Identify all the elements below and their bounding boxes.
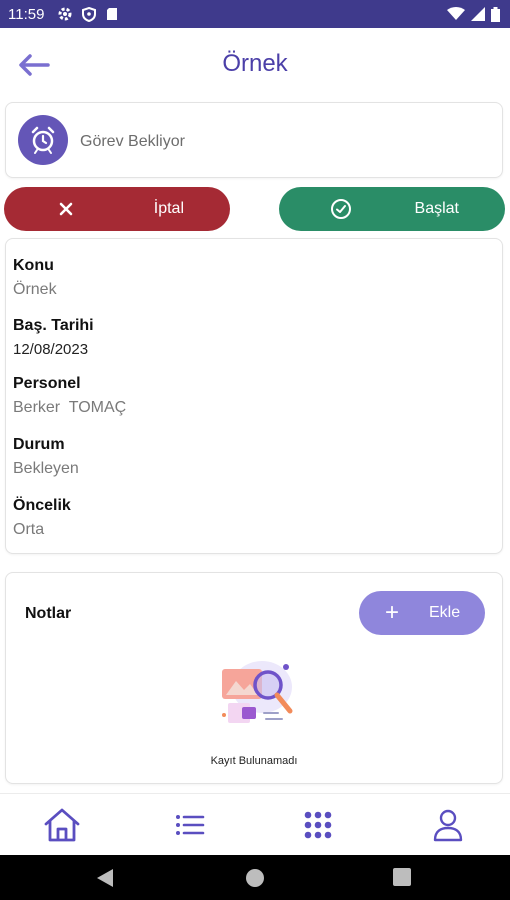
field-subject: Konu Örnek xyxy=(13,257,57,299)
status-time: 11:59 xyxy=(8,5,45,23)
field-value: Orta xyxy=(13,521,45,538)
field-value: Berker TOMAÇ xyxy=(13,399,127,416)
status-label: Görev Bekliyor xyxy=(80,133,185,150)
wifi-icon xyxy=(447,7,465,20)
field-personnel: Personel Berker TOMAÇ xyxy=(13,375,126,417)
field-label: Durum xyxy=(13,436,65,453)
sim-card-icon xyxy=(107,8,118,20)
profile-icon xyxy=(433,809,463,842)
settings-icon xyxy=(58,7,72,21)
signal-icon xyxy=(471,7,485,21)
field-priority: Öncelik Orta xyxy=(13,497,71,539)
cancel-button[interactable]: İptal xyxy=(4,187,230,231)
nav-home[interactable] xyxy=(42,806,82,844)
home-icon xyxy=(44,808,80,842)
alarm-clock-icon xyxy=(18,115,68,165)
field-label: Personel xyxy=(13,375,81,392)
list-icon xyxy=(176,815,205,835)
field-status: Durum Bekleyen xyxy=(13,436,79,478)
nav-list[interactable] xyxy=(170,806,210,844)
field-label: Konu xyxy=(13,257,54,274)
task-details-card: Konu Örnek Baş. Tarihi 12/08/2023 Person… xyxy=(5,238,503,554)
home-circle-icon[interactable] xyxy=(245,868,265,888)
empty-state-text: Kayıt Bulunamadı xyxy=(210,755,298,767)
battery-icon xyxy=(491,6,500,22)
field-value: Bekleyen xyxy=(13,460,79,477)
notes-card: Notlar + Ekle Kayıt Bulunamadı xyxy=(5,572,503,784)
system-navigation-bar xyxy=(0,855,510,900)
status-bar: 11:59 xyxy=(0,0,510,28)
grid-icon xyxy=(304,811,332,839)
nav-grid[interactable] xyxy=(298,806,338,844)
field-start-date: Baş. Tarihi 12/08/2023 xyxy=(13,317,94,358)
start-label: Başlat xyxy=(414,200,459,217)
nav-profile[interactable] xyxy=(428,806,468,844)
add-note-label: Ekle xyxy=(429,604,461,621)
cancel-label: İptal xyxy=(153,200,184,217)
task-status-card: Görev Bekliyor xyxy=(5,102,503,178)
page-title: Örnek xyxy=(222,50,288,77)
empty-search-illustration xyxy=(222,661,293,723)
add-note-button[interactable]: + Ekle xyxy=(359,591,485,635)
field-label: Öncelik xyxy=(13,497,71,514)
shield-icon xyxy=(82,6,97,22)
field-value: 12/08/2023 xyxy=(13,341,89,358)
field-value: Örnek xyxy=(13,281,57,298)
start-button[interactable]: Başlat xyxy=(279,187,505,231)
bottom-navigation xyxy=(0,793,510,856)
app-bar: Örnek xyxy=(0,28,510,100)
recents-square-icon[interactable] xyxy=(393,868,411,886)
back-triangle-icon[interactable] xyxy=(96,868,114,888)
plus-icon: + xyxy=(385,599,400,626)
check-circle-icon xyxy=(331,199,351,219)
notes-title: Notlar xyxy=(25,605,72,622)
field-label: Baş. Tarihi xyxy=(13,317,94,334)
close-icon xyxy=(59,202,73,216)
